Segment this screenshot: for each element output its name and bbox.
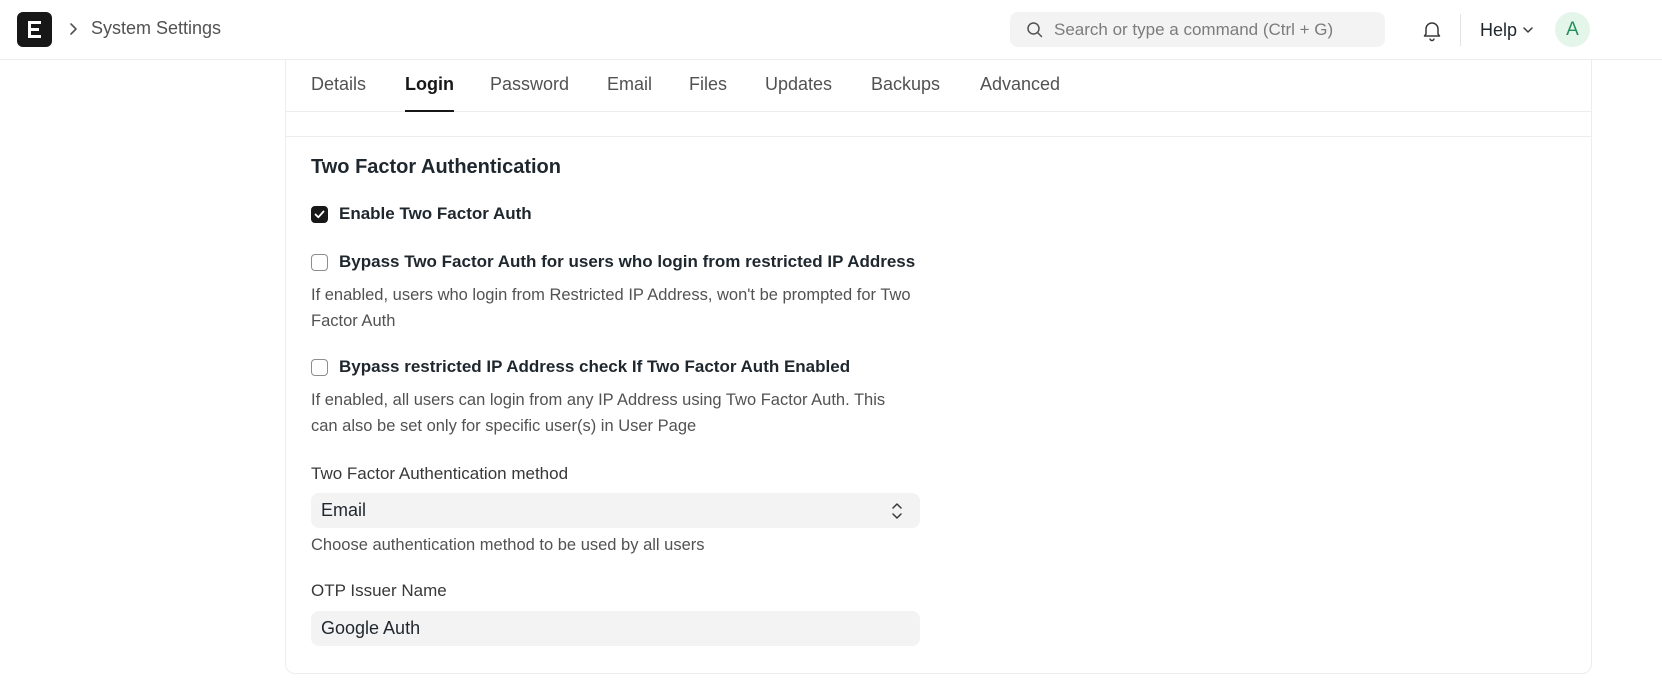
otp-issuer-label: OTP Issuer Name [311,581,447,600]
method-value: Email [321,500,367,520]
navbar: System Settings Help A [0,0,1662,60]
method-label: Two Factor Authentication method [311,464,569,483]
bypass-ip-check-row[interactable]: Bypass restricted IP Address check If Tw… [311,357,850,377]
breadcrumb-system-settings[interactable]: System Settings [91,18,221,39]
bypass-restricted-checkbox[interactable] [311,253,328,271]
enable-2fa-checkbox[interactable] [311,205,328,223]
bypass-ip-check-label: Bypass restricted IP Address check If Tw… [339,357,851,376]
bypass-ip-check-checkbox[interactable] [311,358,328,376]
tab-login[interactable]: Login [405,74,454,112]
method-description: Choose authentication method to be used … [311,536,705,554]
help-label: Help [1480,19,1518,40]
navbar-divider [1460,14,1461,46]
search-icon [1027,22,1043,38]
tab-password[interactable]: Password [490,74,569,112]
tab-files[interactable]: Files [689,74,727,112]
settings-card: Details Login Password Email Files Updat… [285,60,1592,674]
checkmark-icon [314,210,325,218]
bypass-restricted-row[interactable]: Bypass Two Factor Auth for users who log… [311,252,915,272]
enable-2fa-label: Enable Two Factor Auth [339,204,532,223]
user-avatar[interactable]: A [1555,12,1590,47]
search-bar[interactable] [1010,12,1385,47]
bypass-restricted-label: Bypass Two Factor Auth for users who log… [339,252,916,271]
app-logo[interactable] [17,12,52,47]
help-dropdown[interactable]: Help [1480,18,1535,42]
select-chevron-icon [892,503,902,519]
chevron-down-icon [1523,27,1533,33]
bypass-ip-check-description: If enabled, all users can login from any… [311,391,886,435]
notification-bell-icon[interactable] [1420,18,1444,42]
logo-icon [28,21,41,38]
section-title: Two Factor Authentication [311,156,561,178]
tab-advanced[interactable]: Advanced [980,74,1060,112]
bypass-restricted-description: If enabled, users who login from Restric… [311,286,911,330]
enable-2fa-row[interactable]: Enable Two Factor Auth [311,204,532,224]
tab-email[interactable]: Email [607,74,652,112]
search-input[interactable] [1054,12,1374,47]
method-select[interactable]: Email [311,493,920,528]
tab-backups[interactable]: Backups [871,74,940,112]
form-tabs: Details Login Password Email Files Updat… [286,60,1591,112]
otp-issuer-input[interactable]: Google Auth [311,611,920,646]
tab-updates[interactable]: Updates [765,74,832,112]
chevron-right-icon [70,23,77,35]
tab-details[interactable]: Details [311,74,366,112]
section-divider [286,136,1591,137]
